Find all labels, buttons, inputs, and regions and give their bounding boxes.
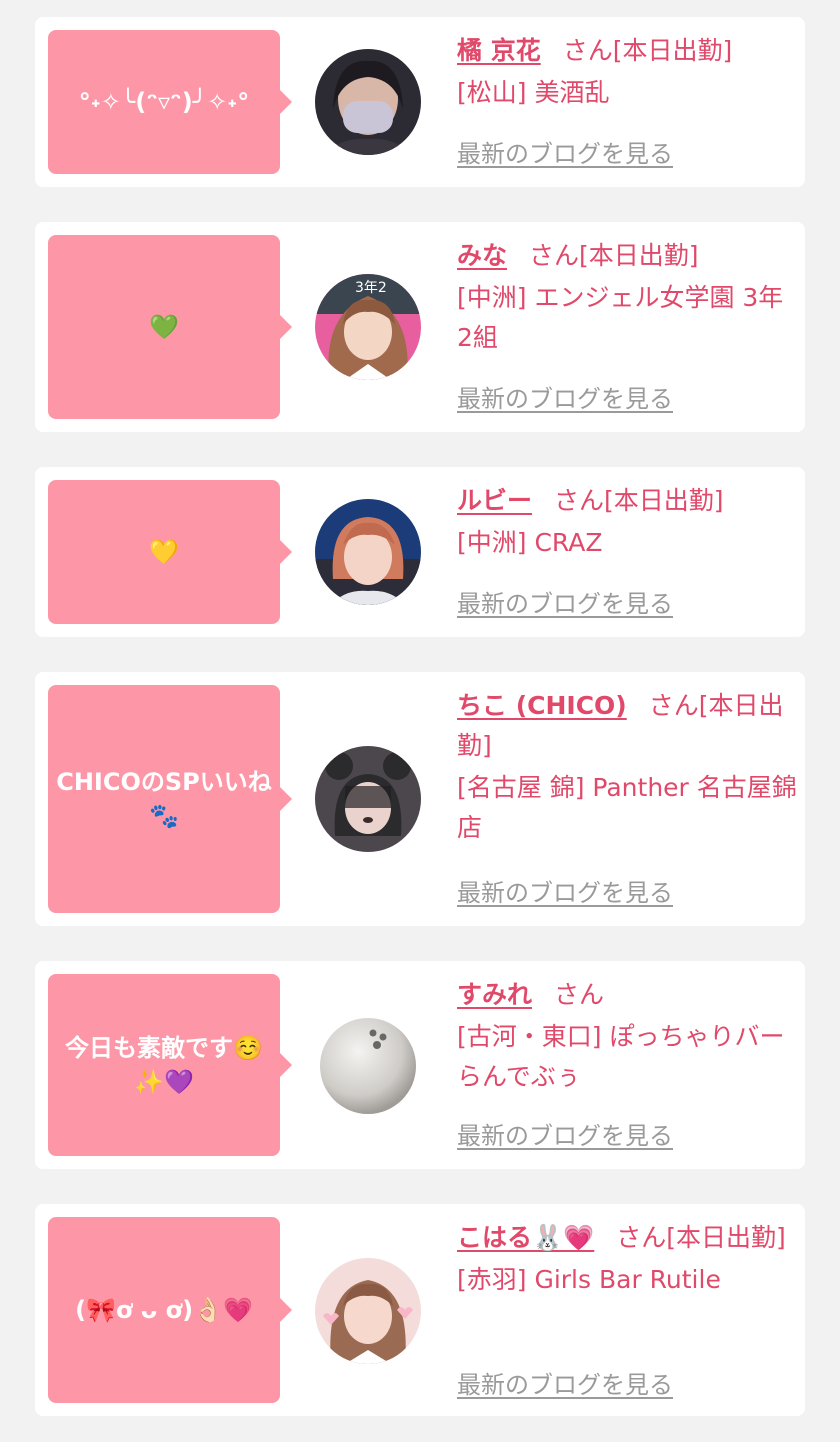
user-name-link[interactable]: こはる🐰💗: [457, 1223, 594, 1252]
blog-link[interactable]: 最新のブログを見る: [457, 382, 673, 416]
avatar[interactable]: [315, 499, 421, 605]
blog-link[interactable]: 最新のブログを見る: [457, 1119, 673, 1153]
shop-name: [名古屋 錦] Panther 名古屋錦店: [457, 773, 797, 842]
shop-name: [中洲] エンジェル女学園 3年2組: [457, 283, 784, 352]
blog-link[interactable]: 最新のブログを見る: [457, 137, 673, 171]
comment-bubble: 💛: [48, 480, 292, 624]
comment-card: 今日も素敵です☺️✨💜 すみれ さん [古河・東口] ぽっちゃりバー らんでぶぅ …: [35, 961, 805, 1169]
blog-link[interactable]: 最新のブログを見る: [457, 1368, 673, 1402]
shop-name: [赤羽] Girls Bar Rutile: [457, 1265, 721, 1294]
avatar[interactable]: [315, 1258, 421, 1364]
comment-card: 💚 3年2 みな さん[本日出勤] [中洲] エンジェル女学園 3年2組 最新のブ…: [35, 222, 805, 432]
card-info: すみれ さん [古河・東口] ぽっちゃりバー らんでぶぅ: [457, 975, 797, 1097]
user-name-link[interactable]: みな: [457, 241, 507, 270]
blog-link[interactable]: 最新のブログを見る: [457, 876, 673, 910]
blog-link[interactable]: 最新のブログを見る: [457, 587, 673, 621]
card-info: こはる🐰💗 さん[本日出勤] [赤羽] Girls Bar Rutile: [457, 1218, 797, 1300]
honorific: さん: [616, 1223, 667, 1252]
comment-bubble: °˖✧╰(ᵔ▿ᵔ)╯✧˖°: [48, 30, 292, 174]
comment-bubble: (🎀ơ ᴗ ơ)👌🏻💗: [48, 1217, 292, 1403]
honorific: さん: [554, 980, 605, 1009]
shop-name: [古河・東口] ぽっちゃりバー らんでぶぅ: [457, 1022, 785, 1091]
honorific: さん: [554, 486, 605, 515]
card-info: 橘 京花 さん[本日出勤] [松山] 美酒乱: [457, 31, 797, 113]
card-info: ちこ (CHICO) さん[本日出勤] [名古屋 錦] Panther 名古屋錦店: [457, 686, 797, 848]
honorific: さん: [529, 241, 580, 270]
user-name-link[interactable]: ちこ (CHICO): [457, 691, 627, 720]
comment-card: 💛 ルビー さん[本日出勤] [中洲] CRAZ 最新のブログを見る: [35, 467, 805, 637]
comment-card: (🎀ơ ᴗ ơ)👌🏻💗 こはる🐰💗 さん[本日出勤] [赤羽] Girls Bar…: [35, 1204, 805, 1416]
shop-name: [中洲] CRAZ: [457, 528, 603, 557]
status-label: [本日出勤]: [604, 486, 724, 515]
avatar[interactable]: 3年2: [315, 274, 421, 380]
comment-card: CHICOのSPいいね🐾 ちこ (CHICO) さん[本日出勤] [名古屋 錦] …: [35, 672, 805, 926]
user-name-link[interactable]: すみれ: [457, 980, 532, 1009]
honorific: さん: [648, 691, 699, 720]
shop-name: [松山] 美酒乱: [457, 78, 610, 107]
honorific: さん: [562, 36, 613, 65]
card-info: ルビー さん[本日出勤] [中洲] CRAZ: [457, 481, 797, 563]
status-label: [本日出勤]: [612, 36, 733, 65]
avatar[interactable]: [315, 49, 421, 155]
comment-bubble: 今日も素敵です☺️✨💜: [48, 974, 292, 1156]
comment-bubble: 💚: [48, 235, 292, 419]
status-label: [本日出勤]: [666, 1223, 786, 1252]
status-label: [本日出勤]: [579, 241, 699, 270]
user-name-link[interactable]: ルビー: [457, 486, 532, 515]
avatar[interactable]: [315, 1013, 421, 1119]
comment-bubble: CHICOのSPいいね🐾: [48, 685, 292, 913]
svg-text:3年2: 3年2: [355, 280, 387, 296]
avatar[interactable]: [315, 746, 421, 852]
comment-card: °˖✧╰(ᵔ▿ᵔ)╯✧˖° 橘 京花 さん[本日出勤] [松山] 美酒乱 最新のブ…: [35, 17, 805, 187]
card-info: みな さん[本日出勤] [中洲] エンジェル女学園 3年2組: [457, 236, 797, 358]
user-name-link[interactable]: 橘 京花: [457, 36, 541, 65]
